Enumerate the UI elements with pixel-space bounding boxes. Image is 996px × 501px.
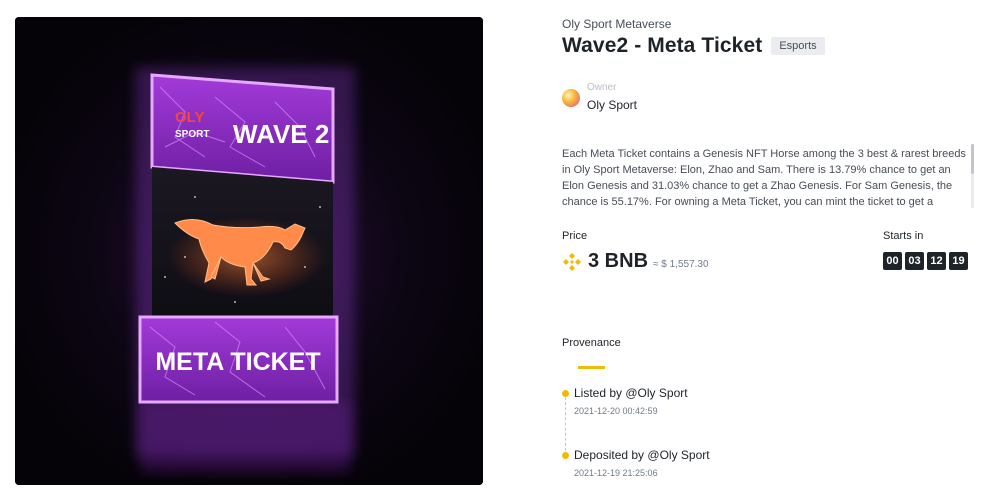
timeline-dot	[562, 390, 569, 397]
countdown-days: 00	[883, 252, 902, 270]
price-row: 3 BNB ≈ $ 1,557.30	[562, 250, 709, 273]
countdown-hours: 03	[905, 252, 924, 270]
timeline-dot	[562, 452, 569, 459]
art-bottom-text: META TICKET	[155, 348, 320, 376]
scrollbar-thumb[interactable]	[971, 144, 974, 174]
owner-name[interactable]: Oly Sport	[587, 97, 637, 113]
nft-artwork[interactable]: OLY SPORT WAVE 2 META TICKET	[15, 17, 483, 485]
event-action: Listed by	[574, 386, 623, 400]
price-label: Price	[562, 230, 588, 242]
owner-label: Owner	[587, 82, 617, 93]
nft-description: Each Meta Ticket contains a Genesis NFT …	[562, 148, 966, 208]
bnb-icon	[563, 252, 581, 271]
art-top-text: WAVE 2	[233, 119, 329, 149]
event-action: Deposited by	[574, 448, 645, 462]
collection-link[interactable]: Oly Sport Metaverse	[562, 17, 671, 31]
event-user-link[interactable]: @Oly Sport	[625, 386, 687, 400]
price-usd: ≈ $ 1,557.30	[653, 259, 709, 270]
owner-avatar	[562, 88, 580, 107]
art-brand-text: OLY	[175, 109, 204, 126]
event-date: 2021-12-20 00:42:59	[574, 406, 658, 416]
nft-detail-panel: Oly Sport Metaverse Wave2 - Meta Ticket …	[562, 0, 982, 501]
countdown-seconds: 19	[949, 252, 968, 270]
starts-in-label: Starts in	[883, 230, 924, 242]
category-badge[interactable]: Esports	[771, 37, 825, 55]
event-date: 2021-12-19 21:25:06	[574, 468, 658, 478]
description-container[interactable]: Each Meta Ticket contains a Genesis NFT …	[562, 146, 974, 208]
nft-title: Wave2 - Meta Ticket	[562, 34, 763, 57]
description-scrollbar[interactable]	[971, 144, 974, 208]
title-row: Wave2 - Meta Ticket Esports	[562, 34, 825, 58]
provenance-tab[interactable]: Provenance	[562, 337, 621, 349]
countdown-timer: 00 03 12 19	[883, 252, 971, 270]
event-user-link[interactable]: @Oly Sport	[647, 448, 709, 462]
timeline-line	[565, 392, 566, 456]
provenance-tab-indicator	[578, 366, 605, 369]
owner-block[interactable]: Owner Oly Sport	[562, 82, 637, 113]
artwork-image: OLY SPORT WAVE 2 META TICKET	[15, 17, 483, 485]
countdown-minutes: 12	[927, 252, 946, 270]
art-brand-sub: SPORT	[175, 129, 209, 140]
price-value: 3 BNB	[588, 250, 649, 272]
